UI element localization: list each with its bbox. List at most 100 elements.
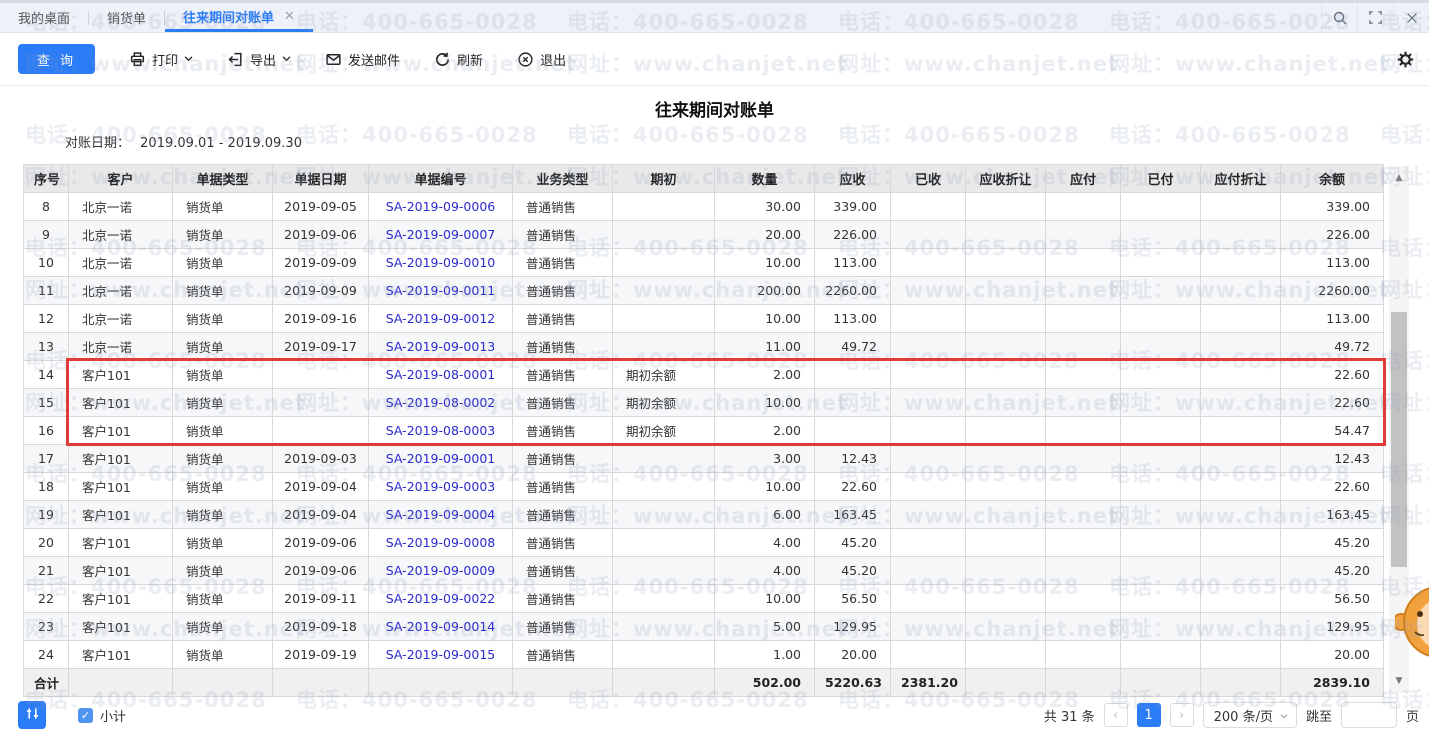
doc-number-link[interactable]: SA-2019-08-0003 xyxy=(386,423,496,438)
cell xyxy=(1046,277,1121,305)
cell xyxy=(891,473,966,501)
send-email-button[interactable]: 发送邮件 xyxy=(325,50,400,69)
doc-number-link[interactable]: SA-2019-09-0008 xyxy=(386,535,496,550)
cell xyxy=(1046,305,1121,333)
cell xyxy=(1201,221,1281,249)
close-icon[interactable] xyxy=(1393,3,1429,32)
app-window: 我的桌面 销货单 往来期间对账单 ✕ xyxy=(0,0,1429,731)
cell xyxy=(1201,417,1281,445)
scroll-up-arrow-icon[interactable]: ▲ xyxy=(1389,168,1409,188)
cell: 21 xyxy=(24,557,69,585)
cell: 15 xyxy=(24,389,69,417)
doc-number-link[interactable]: SA-2019-09-0006 xyxy=(386,199,496,214)
cell: 2260.00 xyxy=(815,277,891,305)
doc-number-link[interactable]: SA-2019-09-0010 xyxy=(386,255,496,270)
cell: 8 xyxy=(24,193,69,221)
doc-number-link[interactable]: SA-2019-09-0011 xyxy=(386,283,496,298)
column-config-button[interactable] xyxy=(18,701,46,729)
cell: 销货单 xyxy=(173,501,273,529)
cell: 2019-09-17 xyxy=(273,333,369,361)
cell xyxy=(1201,613,1281,641)
cell: 2019-09-09 xyxy=(273,249,369,277)
cell xyxy=(613,501,715,529)
cell xyxy=(613,305,715,333)
subtotal-checkbox[interactable]: ✓ xyxy=(78,708,93,723)
doc-number-link[interactable]: SA-2019-09-0022 xyxy=(386,591,496,606)
doc-number-link[interactable]: SA-2019-09-0003 xyxy=(386,479,496,494)
exit-button[interactable]: 退出 xyxy=(517,50,566,69)
cell xyxy=(1121,585,1201,613)
current-page-button[interactable]: 1 xyxy=(1137,703,1161,727)
cell: 销货单 xyxy=(173,305,273,333)
total-cell: 502.00 xyxy=(715,669,815,697)
doc-number-link[interactable]: SA-2019-09-0015 xyxy=(386,647,496,662)
print-button[interactable]: 打印 xyxy=(129,50,193,69)
subtotal-toggle[interactable]: ✓ 小计 xyxy=(78,706,126,725)
refresh-button[interactable]: 刷新 xyxy=(434,50,483,69)
tab-reconciliation-statement[interactable]: 往来期间对账单 ✕ xyxy=(165,3,313,32)
doc-number-link[interactable]: SA-2019-09-0013 xyxy=(386,339,496,354)
next-page-button[interactable]: › xyxy=(1170,703,1194,727)
doc-number-link[interactable]: SA-2019-09-0012 xyxy=(386,311,496,326)
cell xyxy=(1121,445,1201,473)
doc-number-link[interactable]: SA-2019-09-0007 xyxy=(386,227,496,242)
cell: 普通销售 xyxy=(513,641,613,669)
tab-sales-order[interactable]: 销货单 xyxy=(89,3,164,32)
query-button[interactable]: 查 询 xyxy=(18,44,95,74)
page-size-select[interactable]: 200 条/页 xyxy=(1203,702,1297,728)
cell: 北京一诺 xyxy=(69,249,173,277)
cell: 客户101 xyxy=(69,417,173,445)
settings-gear-icon[interactable] xyxy=(1396,50,1415,69)
cell xyxy=(1121,389,1201,417)
export-button[interactable]: 导出 xyxy=(227,50,291,69)
cell xyxy=(273,417,369,445)
cell xyxy=(273,389,369,417)
search-icon[interactable] xyxy=(1321,3,1357,32)
cell xyxy=(966,585,1046,613)
prev-page-button[interactable]: ‹ xyxy=(1104,703,1128,727)
page-title: 往来期间对账单 xyxy=(0,96,1429,121)
column-header: 数量 xyxy=(715,165,815,193)
cell xyxy=(1201,333,1281,361)
cell xyxy=(1121,417,1201,445)
doc-number-link[interactable]: SA-2019-09-0009 xyxy=(386,563,496,578)
cell: 13 xyxy=(24,333,69,361)
cell: 22.60 xyxy=(1281,361,1384,389)
cell: 45.20 xyxy=(815,557,891,585)
cell: 24 xyxy=(24,641,69,669)
cell xyxy=(613,221,715,249)
cell xyxy=(1201,641,1281,669)
cell xyxy=(891,193,966,221)
cell xyxy=(1046,193,1121,221)
doc-number-link[interactable]: SA-2019-09-0004 xyxy=(386,507,496,522)
cell: 客户101 xyxy=(69,445,173,473)
cell: 2019-09-04 xyxy=(273,501,369,529)
total-cell: 2381.20 xyxy=(891,669,966,697)
cell: 14 xyxy=(24,361,69,389)
tab-close-icon[interactable]: ✕ xyxy=(284,9,295,24)
cell xyxy=(613,193,715,221)
doc-number-link[interactable]: SA-2019-08-0001 xyxy=(386,367,496,382)
doc-number-link[interactable]: SA-2019-09-0014 xyxy=(386,619,496,634)
tab-my-desktop[interactable]: 我的桌面 xyxy=(0,3,88,32)
cell: 20.00 xyxy=(1281,641,1384,669)
cell: 200.00 xyxy=(715,277,815,305)
doc-number-link[interactable]: SA-2019-09-0001 xyxy=(386,451,496,466)
doc-number-link[interactable]: SA-2019-08-0002 xyxy=(386,395,496,410)
cell: 销货单 xyxy=(173,221,273,249)
cell: 6.00 xyxy=(715,501,815,529)
assistant-mascot-icon[interactable] xyxy=(1395,584,1429,664)
cell xyxy=(891,333,966,361)
jump-page-input[interactable] xyxy=(1341,702,1397,728)
cell xyxy=(613,473,715,501)
scroll-down-arrow-icon[interactable]: ▼ xyxy=(1389,671,1409,691)
cell: 普通销售 xyxy=(513,529,613,557)
cell xyxy=(613,557,715,585)
total-cell xyxy=(369,669,513,697)
cell: 客户101 xyxy=(69,361,173,389)
fullscreen-icon[interactable] xyxy=(1357,3,1393,32)
cell xyxy=(966,529,1046,557)
scrollbar-thumb[interactable] xyxy=(1391,312,1407,567)
cell: 339.00 xyxy=(815,193,891,221)
cell xyxy=(1201,473,1281,501)
